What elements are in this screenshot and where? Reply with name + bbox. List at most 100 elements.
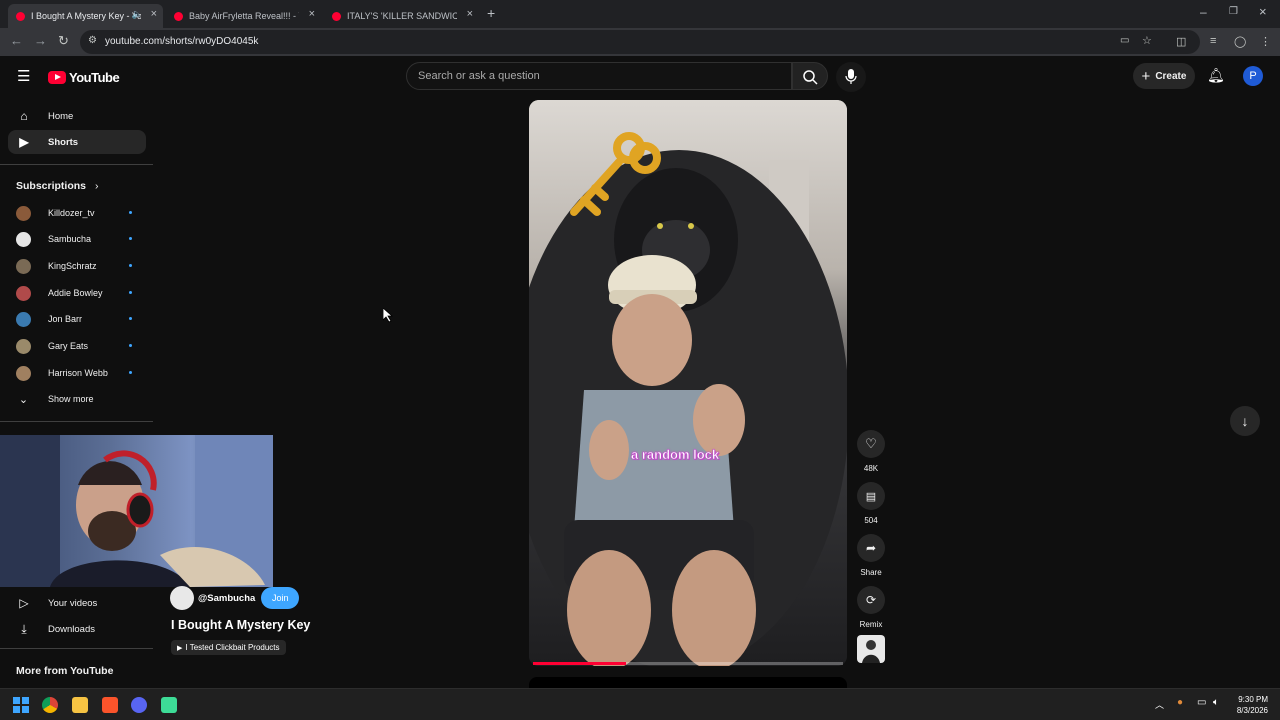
browser-tab-bar: I Bought A Mystery Key - Yo 🔈 × Baby Air… xyxy=(0,0,1280,28)
remix-icon: ⟳ xyxy=(865,593,877,607)
notifications-bell-icon[interactable]: 🔔︎ xyxy=(1207,67,1225,84)
brave-icon[interactable] xyxy=(102,697,118,713)
tab-mystery-key[interactable]: I Bought A Mystery Key - Yo 🔈 × xyxy=(8,4,163,28)
playlist-chip[interactable]: ▶ I Tested Clickbait Products xyxy=(171,640,286,655)
media-control-icon[interactable]: ≡ xyxy=(1210,35,1216,47)
new-content-dot xyxy=(129,317,132,320)
subscription-addie-bowley[interactable]: Addie Bowley xyxy=(16,283,136,303)
app-icon[interactable] xyxy=(161,697,177,713)
browser-toolbar: ← → ↻ ⚙ youtube.com/shorts/rw0yDO4045k ▭… xyxy=(0,28,1280,56)
youtube-masthead: ☰ YouTube Search or ask a question + Cre… xyxy=(0,56,1280,98)
remix-button[interactable]: ⟳ Remix xyxy=(857,586,885,629)
heart-icon: ♡ xyxy=(865,436,877,451)
microphone-icon xyxy=(845,69,857,84)
windows-taskbar: ︿ ● ▭ 🔈︎ 9:30 PM 8/3/2026 xyxy=(0,688,1280,720)
reload-icon[interactable]: ↻ xyxy=(58,33,69,49)
new-content-dot xyxy=(129,344,132,347)
join-button[interactable]: Join xyxy=(261,587,300,609)
account-avatar[interactable]: P xyxy=(1243,66,1263,86)
search-button[interactable] xyxy=(792,62,828,90)
volume-icon[interactable]: 🔈︎ xyxy=(1213,697,1219,708)
bookmark-star-icon[interactable]: ☆ xyxy=(1142,34,1152,47)
avatar xyxy=(16,205,31,221)
chevron-right-icon: › xyxy=(94,180,99,192)
subscription-jon-barr[interactable]: Jon Barr xyxy=(16,309,136,329)
avatar xyxy=(16,365,31,381)
new-tab-icon[interactable]: + xyxy=(487,5,495,21)
youtube-favicon-icon xyxy=(16,11,25,21)
avatar xyxy=(16,311,31,327)
video-frame-image xyxy=(529,100,847,666)
subscription-gary-eats[interactable]: Gary Eats xyxy=(16,336,136,356)
search-input[interactable]: Search or ask a question xyxy=(406,62,792,90)
progress-fill xyxy=(533,662,626,665)
sidebar-divider xyxy=(0,164,153,165)
sidebar-divider xyxy=(0,421,153,422)
close-tab-icon[interactable]: × xyxy=(151,8,157,20)
sidebar-item-your-videos[interactable]: ▷ Your videos xyxy=(8,591,146,615)
sound-thumbnail[interactable] xyxy=(857,635,885,663)
chrome-icon[interactable] xyxy=(42,697,58,713)
sound-thumbnail-image xyxy=(862,640,880,663)
create-button[interactable]: + Create xyxy=(1133,63,1195,89)
windows-start-icon[interactable] xyxy=(13,697,29,713)
subscription-killdozer-tv[interactable]: Killdozer_tv xyxy=(16,203,136,223)
chevron-up-icon[interactable]: ︿ xyxy=(1155,698,1164,711)
install-app-icon[interactable]: ▭ xyxy=(1120,35,1129,46)
arrow-down-icon: ↓ xyxy=(1241,413,1249,429)
download-icon: ⤓ xyxy=(21,621,27,636)
video-progress-bar[interactable] xyxy=(533,662,843,665)
avatar xyxy=(16,285,31,301)
channel-handle[interactable]: @Sambucha xyxy=(198,593,255,604)
short-video-player[interactable] xyxy=(529,100,847,666)
back-icon[interactable]: ← xyxy=(10,33,23,48)
browser-menu-icon[interactable]: ⋮ xyxy=(1260,35,1271,48)
webcam-overlay xyxy=(0,435,273,587)
channel-row: @Sambucha Join xyxy=(170,586,300,610)
close-tab-icon[interactable]: × xyxy=(467,8,473,20)
plus-icon: + xyxy=(1141,67,1151,85)
sidebar-item-downloads[interactable]: ⤓ Downloads xyxy=(8,617,146,641)
discord-icon[interactable] xyxy=(131,697,147,713)
streamer-webcam-image xyxy=(0,435,273,587)
address-bar[interactable]: ⚙ youtube.com/shorts/rw0yDO4045k ▭ ☆ xyxy=(80,30,1200,54)
new-content-dot xyxy=(129,237,132,240)
show-more-button[interactable]: ⌄ Show more xyxy=(16,389,136,409)
guide-menu-icon[interactable]: ☰ xyxy=(17,67,30,85)
profile-icon[interactable]: ◯ xyxy=(1234,35,1246,48)
subscriptions-heading[interactable]: Subscriptions › xyxy=(16,180,98,192)
close-tab-icon[interactable]: × xyxy=(309,8,315,20)
restore-icon[interactable]: ❐ xyxy=(1229,6,1238,17)
forward-icon[interactable]: → xyxy=(34,33,47,48)
file-explorer-icon[interactable] xyxy=(72,697,88,713)
new-content-dot xyxy=(129,211,132,214)
voice-search-button[interactable] xyxy=(836,62,866,92)
tab-airfryletta[interactable]: Baby AirFryletta Reveal!!! - You × xyxy=(166,4,321,28)
subscription-sambucha[interactable]: Sambucha xyxy=(16,229,136,249)
system-clock[interactable]: 9:30 PM 8/3/2026 xyxy=(1237,694,1268,716)
channel-avatar[interactable] xyxy=(170,586,194,610)
minimize-icon[interactable]: – xyxy=(1200,5,1207,19)
sidebar-item-home[interactable]: ⌂ Home xyxy=(8,104,146,128)
sidebar-item-shorts[interactable]: ▶ Shorts xyxy=(8,130,146,154)
url-text: youtube.com/shorts/rw0yDO4045k xyxy=(105,36,259,47)
window-close-icon[interactable]: × xyxy=(1259,4,1267,19)
tab-italy-sandwich[interactable]: ITALY'S 'KILLER SANDWICH CH × xyxy=(324,4,479,28)
youtube-logo[interactable]: YouTube xyxy=(48,70,120,85)
avatar xyxy=(16,258,31,274)
comments-button[interactable]: ▤ 504 xyxy=(857,482,885,525)
network-icon[interactable]: ▭ xyxy=(1197,697,1206,708)
share-button[interactable]: ➦ Share xyxy=(857,534,885,577)
sidebar-divider xyxy=(0,648,153,649)
like-button[interactable]: ♡ 48K xyxy=(857,430,885,473)
subscription-harrison-webb[interactable]: Harrison Webb xyxy=(16,363,136,383)
shorts-icon: ▶ xyxy=(19,135,29,149)
site-info-icon[interactable]: ⚙ xyxy=(88,35,97,46)
speaker-icon: 🔈 xyxy=(131,9,143,19)
extensions-icon[interactable]: ◫ xyxy=(1176,35,1186,48)
next-short-button[interactable]: ↓ xyxy=(1230,406,1260,436)
more-from-youtube-heading: More from YouTube xyxy=(16,665,114,677)
microphone-tray-icon[interactable]: ● xyxy=(1177,697,1183,708)
mouse-cursor-icon xyxy=(383,308,393,323)
subscription-kingschratz[interactable]: KingSchratz xyxy=(16,256,136,276)
